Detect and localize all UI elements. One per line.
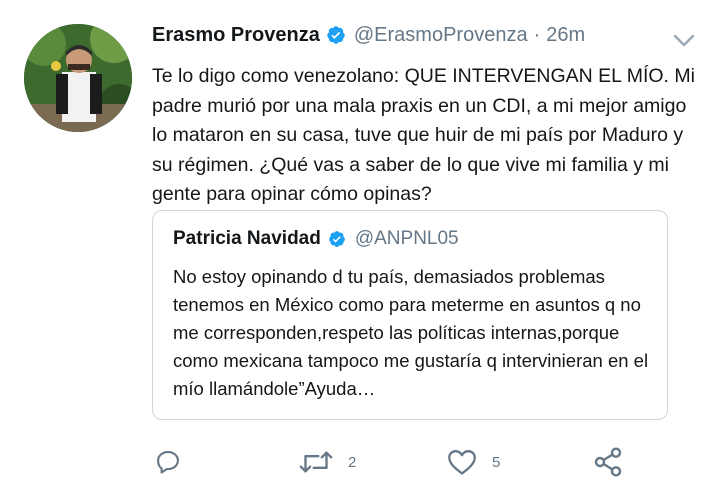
- like-count: 5: [492, 453, 501, 471]
- tweet-header: Erasmo Provenza @ErasmoProvenza · 26m: [152, 20, 697, 50]
- verified-badge-icon: [328, 231, 345, 247]
- like-button[interactable]: 5: [446, 442, 500, 482]
- share-button[interactable]: [592, 442, 624, 482]
- quoted-author-name: Patricia Navidad: [173, 228, 321, 249]
- quoted-tweet-header: Patricia Navidad @ANPNL05: [173, 228, 459, 250]
- tweet-actions: 2 5: [152, 442, 652, 482]
- verified-badge-icon: [327, 26, 345, 44]
- quoted-tweet[interactable]: Patricia Navidad @ANPNL05 No estoy opina…: [152, 210, 668, 420]
- quoted-tweet-text: No estoy opinando d tu país, demasiados …: [173, 266, 649, 399]
- author-name[interactable]: Erasmo Provenza: [152, 24, 320, 47]
- author-handle[interactable]: @ErasmoProvenza: [354, 24, 528, 47]
- author-avatar[interactable]: [24, 24, 132, 132]
- reply-icon: [157, 451, 179, 474]
- retweet-icon: [299, 451, 333, 473]
- tweet-text: Te lo digo como venezolano: QUE INTERVEN…: [152, 65, 695, 205]
- reply-button[interactable]: [154, 442, 182, 482]
- timestamp[interactable]: 26m: [546, 24, 585, 47]
- profile-photo: [24, 24, 132, 132]
- retweet-button[interactable]: 2: [298, 442, 356, 482]
- retweet-count: 2: [348, 453, 357, 471]
- chevron-down-icon[interactable]: [673, 34, 695, 48]
- quoted-author-handle: @ANPNL05: [354, 228, 459, 249]
- share-icon: [594, 447, 622, 477]
- separator-dot: ·: [533, 23, 541, 46]
- heart-icon: [448, 450, 476, 475]
